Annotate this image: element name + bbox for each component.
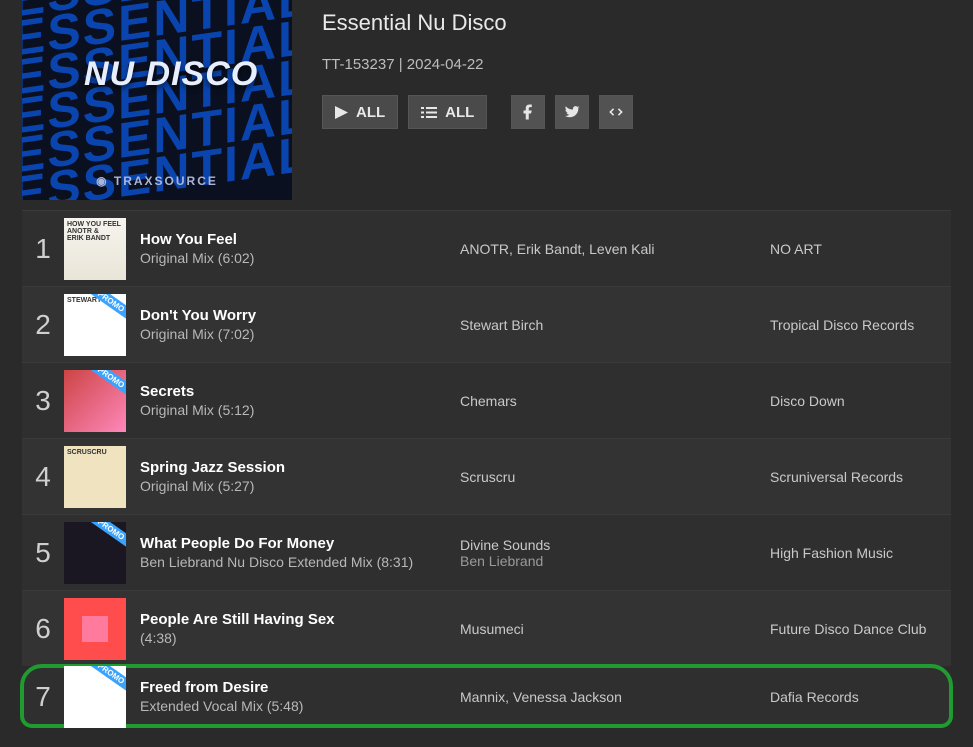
track-artwork[interactable]: STEWART PROMO <box>64 294 126 356</box>
track-info: Freed from Desire Extended Vocal Mix (5:… <box>140 679 460 714</box>
track-artist[interactable]: Divine Sounds Ben Liebrand <box>460 537 770 569</box>
track-artist[interactable]: Musumeci <box>460 621 770 637</box>
track-artwork[interactable]: PROMO <box>64 522 126 584</box>
track-mix: Original Mix (5:27) <box>140 478 450 494</box>
track-artwork[interactable]: PROMO <box>64 666 126 728</box>
track-artist[interactable]: ANOTR, Erik Bandt, Leven Kali <box>460 241 770 257</box>
track-info: People Are Still Having Sex (4:38) <box>140 611 460 646</box>
track-label[interactable]: Dafia Records <box>770 689 951 705</box>
track-rank: 3 <box>22 385 64 417</box>
share-facebook-button[interactable] <box>511 95 545 129</box>
play-icon <box>335 106 348 119</box>
track-artist-main: ANOTR, Erik Bandt, Leven Kali <box>460 241 655 257</box>
track-info: Don't You Worry Original Mix (7:02) <box>140 307 460 342</box>
play-all-button[interactable]: ALL <box>322 95 398 129</box>
code-icon <box>607 103 625 121</box>
track-mix: Ben Liebrand Nu Disco Extended Mix (8:31… <box>140 554 450 570</box>
track-rank: 6 <box>22 613 64 645</box>
cover-main-text: NU DISCO <box>84 55 258 94</box>
track-rank: 5 <box>22 537 64 569</box>
track-row[interactable]: 4 SCRUSCRU Spring Jazz Session Original … <box>22 438 951 514</box>
track-mix: Extended Vocal Mix (5:48) <box>140 698 450 714</box>
track-artist-main: Stewart Birch <box>460 317 543 333</box>
track-rank: 2 <box>22 309 64 341</box>
track-list: 1 HOW YOU FEELANOTR &ERIK BANDT How You … <box>0 210 973 726</box>
track-row[interactable]: 5 PROMO What People Do For Money Ben Lie… <box>22 514 951 590</box>
release-meta: Essential Nu Disco TT-153237 | 2024-04-2… <box>322 0 633 200</box>
cover-bg-text: ESSENTIALESSENTIALESSENTIALESSENTIALESSE… <box>22 0 292 200</box>
track-rank: 1 <box>22 233 64 265</box>
track-artist[interactable]: Scruscru <box>460 469 770 485</box>
queue-all-label: ALL <box>445 104 474 121</box>
track-title[interactable]: Don't You Worry <box>140 307 450 324</box>
track-title[interactable]: People Are Still Having Sex <box>140 611 450 628</box>
track-artwork[interactable]: HOW YOU FEELANOTR &ERIK BANDT <box>64 218 126 280</box>
track-artwork[interactable]: SCRUSCRU <box>64 446 126 508</box>
share-twitter-button[interactable] <box>555 95 589 129</box>
twitter-icon <box>563 103 581 121</box>
facebook-icon <box>519 103 537 121</box>
release-header: ESSENTIALESSENTIALESSENTIALESSENTIALESSE… <box>0 0 973 210</box>
track-title[interactable]: Freed from Desire <box>140 679 450 696</box>
track-info: What People Do For Money Ben Liebrand Nu… <box>140 535 460 570</box>
track-row[interactable]: 7 PROMO Freed from Desire Extended Vocal… <box>22 666 951 726</box>
track-rank: 4 <box>22 461 64 493</box>
track-mix: Original Mix (7:02) <box>140 326 450 342</box>
track-title[interactable]: Secrets <box>140 383 450 400</box>
cover-brand-text: TRAXSOURCE <box>114 174 218 188</box>
track-label[interactable]: High Fashion Music <box>770 545 951 561</box>
promo-badge: PROMO <box>86 370 126 398</box>
release-title: Essential Nu Disco <box>322 10 633 36</box>
track-mix: Original Mix (5:12) <box>140 402 450 418</box>
play-all-label: ALL <box>356 104 385 121</box>
embed-button[interactable] <box>599 95 633 129</box>
track-artwork[interactable] <box>64 598 126 660</box>
track-row[interactable]: 6 People Are Still Having Sex (4:38) Mus… <box>22 590 951 666</box>
track-artist[interactable]: Mannix, Venessa Jackson <box>460 689 770 705</box>
artwork-text: HOW YOU FEELANOTR &ERIK BANDT <box>67 221 121 242</box>
track-info: Spring Jazz Session Original Mix (5:27) <box>140 459 460 494</box>
track-row[interactable]: 2 STEWART PROMO Don't You Worry Original… <box>22 286 951 362</box>
artwork-text: SCRUSCRU <box>67 449 107 456</box>
track-info: Secrets Original Mix (5:12) <box>140 383 460 418</box>
track-rank: 7 <box>22 681 64 713</box>
track-title[interactable]: How You Feel <box>140 231 450 248</box>
track-row[interactable]: 3 PROMO Secrets Original Mix (5:12) Chem… <box>22 362 951 438</box>
track-label[interactable]: Scruniversal Records <box>770 469 951 485</box>
queue-icon <box>421 106 437 119</box>
track-artist[interactable]: Stewart Birch <box>460 317 770 333</box>
cover-brand: ◉ TRAXSOURCE <box>22 174 292 188</box>
track-label[interactable]: Future Disco Dance Club <box>770 621 951 637</box>
track-artist-main: Scruscru <box>460 469 515 485</box>
track-artist-main: Divine Sounds <box>460 537 550 553</box>
queue-all-button[interactable]: ALL <box>408 95 487 129</box>
track-info: How You Feel Original Mix (6:02) <box>140 231 460 266</box>
track-label[interactable]: NO ART <box>770 241 951 257</box>
track-label[interactable]: Disco Down <box>770 393 951 409</box>
track-artist-main: Musumeci <box>460 621 524 637</box>
track-artwork[interactable]: PROMO <box>64 370 126 432</box>
track-row[interactable]: 1 HOW YOU FEELANOTR &ERIK BANDT How You … <box>22 210 951 286</box>
track-artist[interactable]: Chemars <box>460 393 770 409</box>
track-title[interactable]: What People Do For Money <box>140 535 450 552</box>
release-catalog-date: TT-153237 | 2024-04-22 <box>322 56 633 73</box>
track-title[interactable]: Spring Jazz Session <box>140 459 450 476</box>
track-artist-main: Chemars <box>460 393 517 409</box>
release-cover-art[interactable]: ESSENTIALESSENTIALESSENTIALESSENTIALESSE… <box>22 0 292 200</box>
promo-badge: PROMO <box>86 522 126 550</box>
track-artist-sub: Ben Liebrand <box>460 553 770 569</box>
track-mix: (4:38) <box>140 630 450 646</box>
action-row: ALL ALL <box>322 95 633 129</box>
track-mix: Original Mix (6:02) <box>140 250 450 266</box>
promo-badge: PROMO <box>86 666 126 694</box>
track-label[interactable]: Tropical Disco Records <box>770 317 951 333</box>
track-artist-main: Mannix, Venessa Jackson <box>460 689 622 705</box>
